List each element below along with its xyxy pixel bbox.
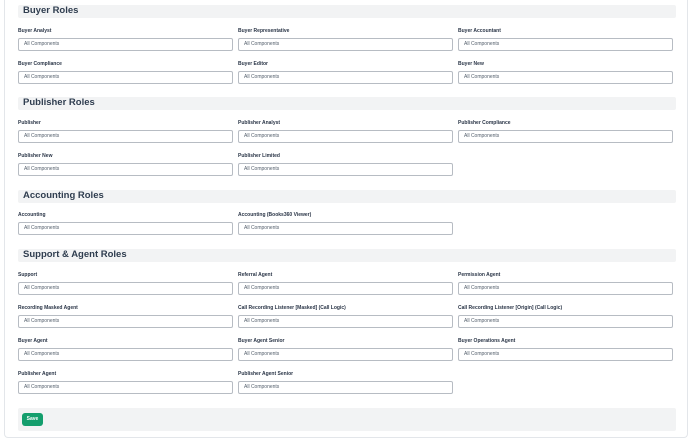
field-label: Publisher	[18, 120, 41, 126]
section-header-buyer-roles: Buyer Roles	[18, 5, 676, 18]
components-select[interactable]: All Components	[458, 71, 673, 84]
save-button[interactable]: Save	[22, 413, 43, 426]
components-select[interactable]: All Components	[18, 348, 233, 361]
components-select[interactable]: All Components	[18, 71, 233, 84]
components-select[interactable]: All Components	[18, 163, 233, 176]
field-label: Accounting (Books360 Viewer)	[238, 212, 312, 218]
components-select[interactable]: All Components	[238, 130, 453, 143]
components-select[interactable]: All Components	[18, 315, 233, 328]
components-select[interactable]: All Components	[18, 38, 233, 51]
field-label: Buyer Editor	[238, 61, 269, 67]
components-select[interactable]: All Components	[238, 71, 453, 84]
field-label: Publisher Analyst	[238, 120, 281, 126]
field-label: Referral Agent	[238, 272, 273, 278]
field-label: Accounting	[18, 212, 46, 218]
field-label: Buyer Compliance	[18, 61, 62, 67]
section-title: Buyer Roles	[23, 5, 79, 16]
components-select[interactable]: All Components	[458, 130, 673, 143]
section-title: Accounting Roles	[23, 190, 104, 201]
components-select[interactable]: All Components	[458, 315, 673, 328]
field-label: Buyer New	[458, 61, 484, 67]
components-select[interactable]: All Components	[238, 348, 453, 361]
section-header-accounting-roles: Accounting Roles	[18, 190, 676, 203]
field-label: Publisher Agent Senior	[238, 371, 294, 377]
field-label: Buyer Agent	[18, 338, 48, 344]
field-label: Publisher Agent	[18, 371, 57, 377]
components-select[interactable]: All Components	[458, 38, 673, 51]
field-label: Buyer Representative	[238, 28, 290, 34]
role-permissions-card: Buyer Roles Buyer Analyst All Components…	[4, 0, 688, 438]
components-select[interactable]: All Components	[18, 222, 233, 235]
field-label: Buyer Operations Agent	[458, 338, 516, 344]
components-select[interactable]: All Components	[458, 282, 673, 295]
form-footer: Save	[18, 408, 676, 431]
section-title: Publisher Roles	[23, 97, 95, 108]
field-label: Support	[18, 272, 38, 278]
field-label: Publisher Compliance	[458, 120, 511, 126]
field-label: Buyer Agent Senior	[238, 338, 285, 344]
field-label: Call Recording Listener [Masked] (Call L…	[238, 305, 346, 311]
components-select[interactable]: All Components	[238, 282, 453, 295]
field-label: Publisher Limited	[238, 153, 280, 159]
components-select[interactable]: All Components	[458, 348, 673, 361]
components-select[interactable]: All Components	[18, 282, 233, 295]
components-select[interactable]: All Components	[238, 163, 453, 176]
section-header-support-agent-roles: Support & Agent Roles	[18, 249, 676, 262]
field-label: Call Recording Listener [Origin] (Call L…	[458, 305, 563, 311]
field-label: Buyer Analyst	[18, 28, 52, 34]
components-select[interactable]: All Components	[238, 222, 453, 235]
components-select[interactable]: All Components	[238, 38, 453, 51]
components-select[interactable]: All Components	[18, 130, 233, 143]
components-select[interactable]: All Components	[238, 381, 453, 394]
field-label: Publisher New	[18, 153, 53, 159]
field-label: Recording Masked Agent	[18, 305, 78, 311]
field-label: Permission Agent	[458, 272, 501, 278]
components-select[interactable]: All Components	[18, 381, 233, 394]
section-title: Support & Agent Roles	[23, 249, 127, 260]
section-header-publisher-roles: Publisher Roles	[18, 97, 676, 110]
components-select[interactable]: All Components	[238, 315, 453, 328]
field-label: Buyer Accountant	[458, 28, 501, 34]
